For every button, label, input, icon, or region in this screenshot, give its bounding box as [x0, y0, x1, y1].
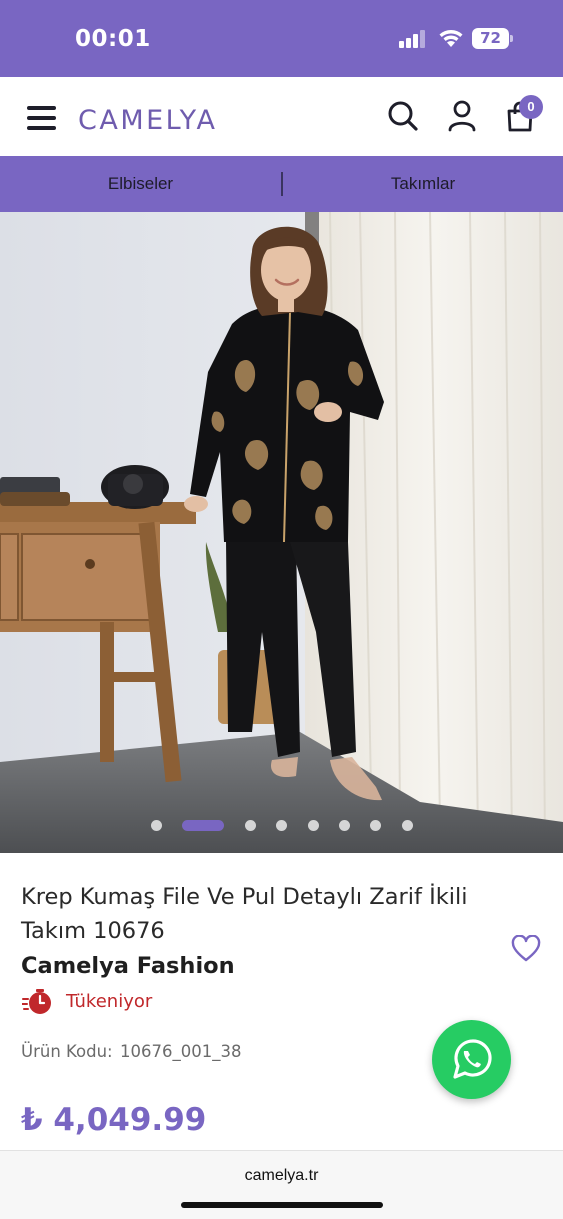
carousel-dot[interactable] [276, 820, 287, 831]
stock-status: Tükeniyor [66, 991, 153, 1012]
brand-logo[interactable]: CAMELYA [78, 105, 218, 136]
wifi-icon [439, 30, 463, 47]
product-code-value: 10676_001_38 [120, 1042, 242, 1061]
product-photo [0, 212, 563, 853]
search-icon[interactable] [386, 99, 420, 133]
heart-icon[interactable] [511, 935, 541, 963]
category-nav: Elbiseler Takımlar [0, 156, 563, 212]
product-image[interactable] [0, 212, 563, 853]
app-page: 00:01 72 CAMELYA 0 Elbiseler Takımlar Kr… [0, 0, 563, 1219]
carousel-dot[interactable] [339, 820, 350, 831]
browser-url[interactable]: camelya.tr [0, 1167, 563, 1185]
user-icon[interactable] [445, 99, 479, 133]
status-bar: 00:01 72 [0, 0, 563, 77]
stopwatch-icon [22, 989, 51, 1014]
battery-level: 72 [472, 28, 509, 49]
whatsapp-button[interactable] [432, 1020, 511, 1099]
carousel-dot[interactable] [151, 820, 162, 831]
carousel-dot[interactable] [245, 820, 256, 831]
home-indicator[interactable] [181, 1202, 383, 1208]
product-title: Krep Kumaş File Ve Pul Detaylı Zarif İki… [21, 884, 468, 944]
whatsapp-icon [453, 1039, 492, 1079]
status-time: 00:01 [75, 26, 151, 52]
category-elbiseler[interactable]: Elbiseler [0, 156, 281, 212]
site-header: CAMELYA [0, 77, 563, 156]
product-code-label: Ürün Kodu: [21, 1042, 113, 1061]
carousel-dots [0, 820, 563, 832]
cellular-signal-icon [399, 30, 427, 48]
category-takimlar[interactable]: Takımlar [283, 156, 563, 212]
carousel-dot[interactable] [370, 820, 381, 831]
carousel-dot[interactable] [308, 820, 319, 831]
menu-icon[interactable] [27, 106, 56, 130]
product-brand[interactable]: Camelya Fashion [21, 953, 235, 979]
product-price: ₺ 4,049.99 [21, 1102, 207, 1138]
carousel-dot-active[interactable] [182, 820, 224, 831]
carousel-dot[interactable] [402, 820, 413, 831]
cart-count-badge: 0 [519, 95, 543, 119]
battery-icon: 72 [472, 28, 514, 49]
